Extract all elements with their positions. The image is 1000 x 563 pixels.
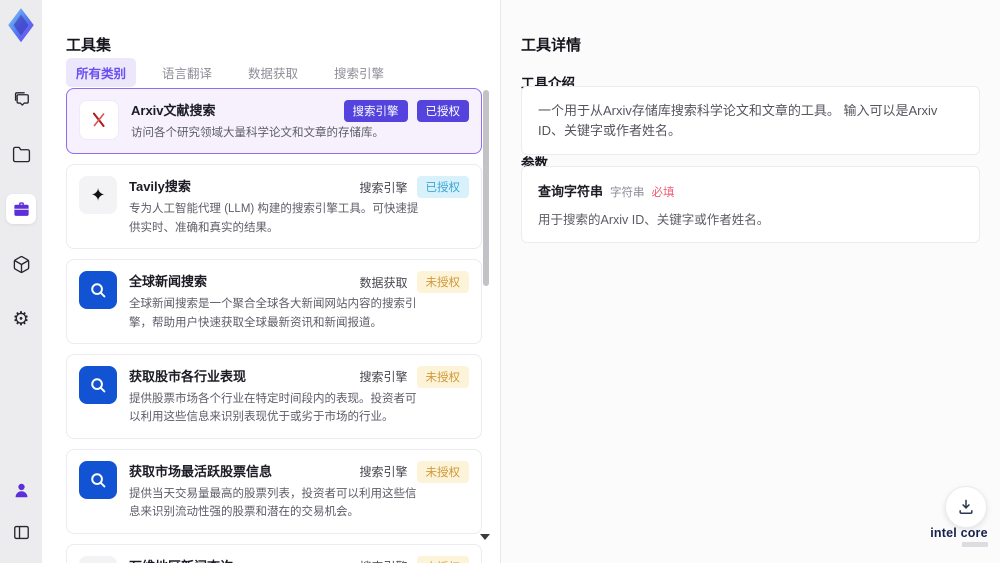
tool-category-tag: 数据获取 (359, 275, 408, 290)
intel-core-logo: intel core (930, 526, 988, 540)
tab-data-fetching[interactable]: 数据获取 (238, 58, 308, 87)
tool-category-tag: 搜索引擎 (359, 465, 408, 480)
tool-status-badge: 未授权 (416, 460, 469, 483)
toolbox-icon[interactable] (6, 194, 36, 224)
tool-status-badge: 未授权 (416, 365, 469, 388)
rail-bottom (0, 475, 42, 547)
intro-text: 一个用于从Arxiv存储库搜索科学论文和文章的工具。 输入可以是Arxiv ID… (521, 86, 980, 155)
left-rail: ⚙ (0, 0, 43, 563)
download-button[interactable] (945, 486, 987, 528)
user-icon[interactable] (6, 475, 36, 505)
arxiv-icon (79, 100, 119, 140)
sparkle-icon: ✦ (79, 176, 117, 215)
parameter-card: 查询字符串 字符串 必填 用于搜索的Arxiv ID、关键字或作者姓名。 (521, 166, 980, 243)
param-required-badge: 必填 (651, 187, 675, 199)
tool-status-badge: 未授权 (416, 271, 469, 294)
tool-card[interactable]: Arxiv文献搜索 访问各个研究领域大量科学论文和文章的存储库。 搜索引擎 已授… (66, 88, 482, 155)
tool-category-tag: 搜索引擎 (359, 370, 408, 385)
search-icon (79, 460, 117, 499)
tool-description: 访问各个研究领域大量科学论文和文章的存储库。 (131, 127, 384, 139)
tool-card[interactable]: 万维地区新闻查询 查询具体行政区划内的新闻，快速了解各地新闻动 搜索引擎 未授权 (66, 543, 482, 563)
tool-card[interactable]: 全球新闻搜索 全球新闻搜索是一个聚合全球各大新闻网站内容的搜索引擎，帮助用户快速… (66, 259, 482, 344)
tool-category-tag: 搜索引擎 (359, 180, 408, 195)
category-tabs: 所有类别 语言翻译 数据获取 搜索引擎 (66, 58, 394, 87)
settings-icon[interactable]: ⚙ (6, 304, 36, 334)
tool-card[interactable]: 获取股市各行业表现 提供股票市场各个行业在特定时间段内的表现。投资者可以利用这些… (66, 353, 482, 439)
tab-all-categories[interactable]: 所有类别 (66, 58, 137, 87)
param-description: 用于搜索的Arxiv ID、关键字或作者姓名。 (538, 213, 770, 227)
tool-category-tag: 搜索引擎 (343, 100, 408, 122)
app-window: ⚙ 工具集 所有类别 语言翻译 数据获取 搜索引擎 Arxiv文献搜索 访问各个… (0, 0, 1000, 563)
tool-description: 全球新闻搜索是一个聚合全球各大新闻网站内容的搜索引擎，帮助用户快速获取全球最新资… (129, 298, 417, 329)
tool-card[interactable]: 获取市场最活跃股票信息 提供当天交易量最高的股票列表，投资者可以利用这些信息来识… (66, 448, 482, 534)
scrollbar-thumb[interactable] (483, 90, 489, 286)
tool-category-tag: 搜索引擎 (359, 558, 407, 563)
download-icon (959, 499, 973, 514)
search-icon (79, 365, 117, 404)
tool-description: 专为人工智能代理 (LLM) 构建的搜索引擎工具。可快速提供实时、准确和真实的结… (129, 203, 419, 234)
app-logo-icon (5, 7, 37, 43)
panel-toggle-icon[interactable] (6, 517, 36, 547)
building-icon (79, 555, 117, 563)
scroll-down-icon[interactable] (480, 534, 490, 540)
tool-status-badge: 已授权 (416, 100, 469, 122)
intel-logo-bar (962, 542, 988, 547)
page-title: 工具集 (66, 37, 112, 55)
detail-title: 工具详情 (521, 37, 582, 55)
tab-language-translation[interactable]: 语言翻译 (152, 58, 222, 87)
rail-nav: ⚙ (0, 84, 42, 334)
tool-detail-panel: 工具详情 工具介绍 一个用于从Arxiv存储库搜索科学论文和文章的工具。 输入可… (501, 0, 1000, 563)
tool-card[interactable]: ✦ Tavily搜索 专为人工智能代理 (LLM) 构建的搜索引擎工具。可快速提… (66, 164, 482, 250)
tool-status-badge: 未授权 (416, 555, 469, 563)
folder-icon[interactable] (6, 139, 36, 169)
tab-search-engine[interactable]: 搜索引擎 (324, 58, 394, 87)
param-type: 字符串 (610, 187, 645, 199)
chat-icon[interactable] (6, 84, 36, 114)
tool-status-badge: 已授权 (416, 176, 469, 199)
tool-list-panel: 工具集 所有类别 语言翻译 数据获取 搜索引擎 Arxiv文献搜索 访问各个研究… (42, 0, 500, 563)
tool-list: Arxiv文献搜索 访问各个研究领域大量科学论文和文章的存储库。 搜索引擎 已授… (66, 88, 482, 563)
tool-description: 提供当天交易量最高的股票列表，投资者可以利用这些信息来识别流动性强的股票和潜在的… (129, 487, 417, 519)
param-name: 查询字符串 (538, 184, 604, 199)
package-icon[interactable] (6, 249, 36, 279)
tool-description: 提供股票市场各个行业在特定时间段内的表现。投资者可以利用这些信息来识别表现优于或… (129, 392, 417, 424)
search-icon (79, 271, 117, 310)
